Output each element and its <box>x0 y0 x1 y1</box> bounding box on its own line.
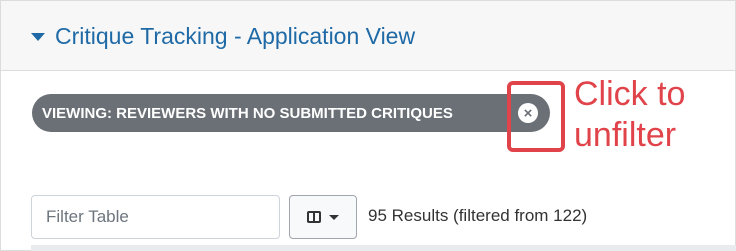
columns-icon <box>307 211 321 223</box>
annotation-callout: Click to unfilter <box>574 74 724 156</box>
annotation-line-2: unfilter <box>574 116 677 154</box>
annotation-line-1: Click to <box>574 75 686 113</box>
results-count: 95 Results (filtered from 122) <box>368 206 588 225</box>
table-header-edge <box>31 245 736 251</box>
active-filter-badge: VIEWING: REVIEWERS WITH NO SUBMITTED CRI… <box>32 94 550 132</box>
panel-title: Critique Tracking - Application View <box>55 22 416 49</box>
panel-header: Critique Tracking - Application View <box>1 1 735 71</box>
filter-table-input[interactable] <box>31 195 280 239</box>
collapse-toggle[interactable]: Critique Tracking - Application View <box>31 21 415 51</box>
caret-down-icon <box>31 33 45 41</box>
column-visibility-button[interactable] <box>289 195 357 239</box>
chevron-down-icon <box>329 214 339 220</box>
active-filter-label: VIEWING: REVIEWERS WITH NO SUBMITTED CRI… <box>42 104 453 122</box>
annotation-highlight-box <box>507 81 565 152</box>
